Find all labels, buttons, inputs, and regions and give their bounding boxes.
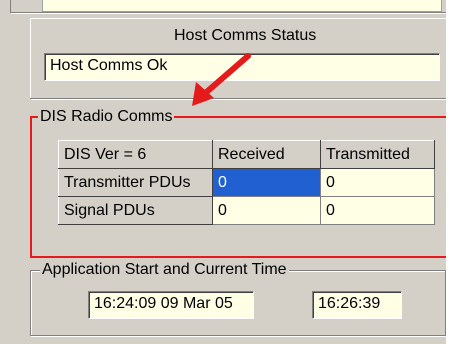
dis-radio-title: DIS Radio Comms <box>38 108 175 126</box>
table-row: Signal PDUs 0 0 <box>58 196 435 225</box>
host-comms-title: Host Comms Status <box>174 27 317 44</box>
status-panel: Host Comms Status Host Comms Ok DIS Radi… <box>0 0 464 344</box>
current-time-field: 16:26:39 <box>312 291 402 319</box>
signal-pdus-label[interactable]: Signal PDUs <box>58 196 213 225</box>
top-field-edge <box>42 0 442 12</box>
transmitter-pdus-transmitted-cell[interactable]: 0 <box>320 168 435 197</box>
app-time-title: Application Start and Current Time <box>40 261 289 279</box>
signal-pdus-received-cell[interactable]: 0 <box>212 196 321 225</box>
signal-pdus-transmitted-cell[interactable]: 0 <box>320 196 435 225</box>
transmitter-pdus-received-cell[interactable]: 0 <box>212 168 321 197</box>
transmitted-header[interactable]: Transmitted <box>320 140 435 169</box>
transmitter-pdus-label[interactable]: Transmitter PDUs <box>58 168 213 197</box>
table-header-row: DIS Ver = 6 Received Transmitted <box>58 140 435 169</box>
window-edge <box>446 0 464 344</box>
dis-pdu-table: DIS Ver = 6 Received Transmitted Transmi… <box>58 140 435 225</box>
received-header[interactable]: Received <box>212 140 321 169</box>
start-time-field: 16:24:09 09 Mar 05 <box>88 291 254 319</box>
red-arrow-icon <box>192 53 251 106</box>
table-row: Transmitter PDUs 0 0 <box>58 168 435 197</box>
dis-version-header[interactable]: DIS Ver = 6 <box>58 140 213 169</box>
